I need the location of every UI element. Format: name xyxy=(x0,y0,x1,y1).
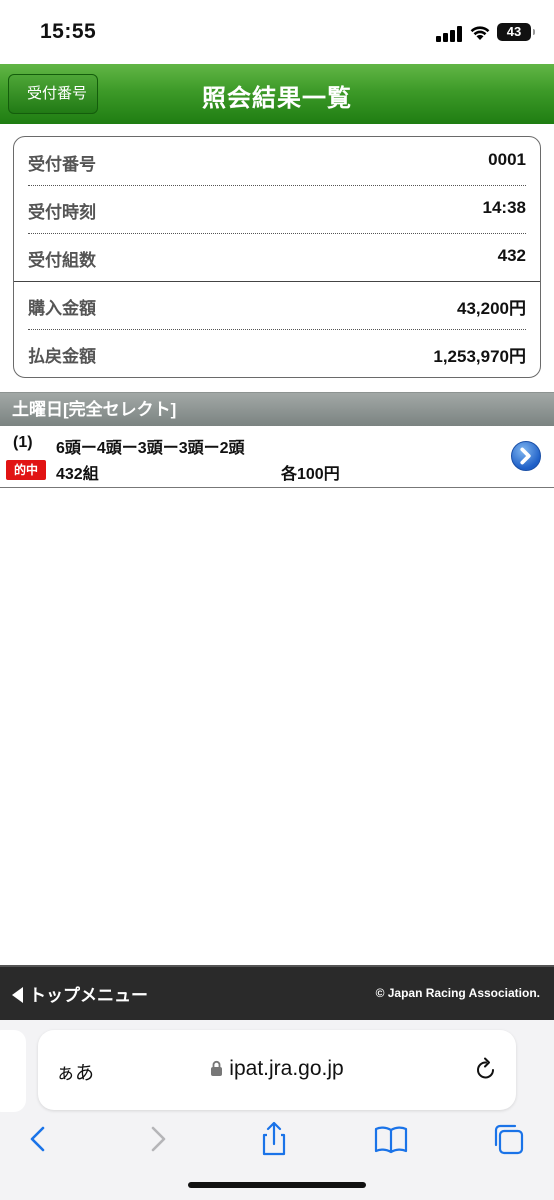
triangle-left-icon xyxy=(12,987,23,1003)
url-display[interactable]: ipat.jra.go.jp xyxy=(38,1057,516,1081)
section-header: 土曜日[完全セレクト] xyxy=(0,392,554,426)
result-unit-price: 各100円 xyxy=(281,466,340,483)
summary-label: 受付組数 xyxy=(28,251,96,270)
chevron-right-circle-icon[interactable] xyxy=(511,441,541,471)
result-index: (1) xyxy=(13,434,33,451)
top-menu-link[interactable]: トップメニュー xyxy=(12,981,148,1006)
top-menu-label: トップメニュー xyxy=(29,986,148,1005)
lock-icon xyxy=(211,1060,223,1076)
page-title: 照会結果一覧 xyxy=(202,85,352,112)
summary-row-receipt-time: 受付時刻 14:38 xyxy=(28,185,526,233)
forward-arrow-icon[interactable] xyxy=(136,1118,180,1162)
summary-row-receipt-number: 受付番号 0001 xyxy=(28,137,526,185)
result-combination: 6頭ー4頭ー3頭ー3頭ー2頭 xyxy=(56,440,245,457)
address-bar[interactable]: ぁあ ipat.jra.go.jp xyxy=(38,1030,516,1110)
previous-tab-preview[interactable] xyxy=(0,1030,26,1112)
wifi-icon xyxy=(470,26,490,40)
summary-card: 受付番号 0001 受付時刻 14:38 受付組数 432 購入金額 43,20… xyxy=(13,136,541,378)
summary-row-payout-amount: 払戻金額 1,253,970円 xyxy=(28,329,526,377)
browser-toolbar xyxy=(0,1118,554,1162)
result-row[interactable]: (1) 6頭ー4頭ー3頭ー3頭ー2頭 的中 432組 各100円 xyxy=(0,426,554,488)
back-arrow-icon[interactable] xyxy=(16,1118,60,1162)
summary-value: 0001 xyxy=(488,150,526,169)
browser-chrome: ぁあ ipat.jra.go.jp xyxy=(0,1020,554,1200)
summary-label: 受付番号 xyxy=(28,155,96,174)
summary-value: 14:38 xyxy=(482,198,526,217)
bookmarks-icon[interactable] xyxy=(369,1118,413,1162)
battery-icon: 43 xyxy=(497,23,535,41)
cellular-signal-icon xyxy=(436,26,462,42)
summary-value: 43,200円 xyxy=(457,299,526,318)
share-icon[interactable] xyxy=(252,1118,296,1162)
summary-row-combination-count: 受付組数 432 xyxy=(28,233,526,281)
summary-value: 432 xyxy=(497,246,526,265)
tabs-icon[interactable] xyxy=(487,1118,531,1162)
footer-nav: トップメニュー © Japan Racing Association. xyxy=(0,965,554,1020)
status-bar: 15:55 43 xyxy=(0,0,554,64)
status-time: 15:55 xyxy=(40,20,97,43)
url-text: ipat.jra.go.jp xyxy=(229,1057,344,1080)
reload-icon[interactable] xyxy=(474,1056,498,1082)
home-indicator xyxy=(188,1182,366,1188)
app-header: 受付番号 照会結果一覧 xyxy=(0,64,554,124)
hit-badge: 的中 xyxy=(6,460,46,480)
summary-row-purchase-amount: 購入金額 43,200円 xyxy=(28,281,526,329)
copyright: © Japan Racing Association. xyxy=(375,986,540,1000)
summary-value: 1,253,970円 xyxy=(433,347,526,366)
summary-label: 払戻金額 xyxy=(28,347,96,366)
result-count: 432組 xyxy=(56,466,99,483)
summary-label: 購入金額 xyxy=(28,299,96,318)
summary-label: 受付時刻 xyxy=(28,203,96,222)
